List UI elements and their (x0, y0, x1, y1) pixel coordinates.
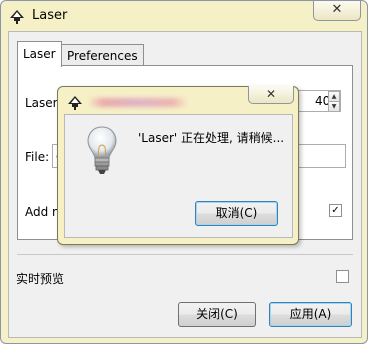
tab-preferences[interactable]: Preferences (61, 44, 144, 67)
cancel-button[interactable]: 取消(C) (195, 201, 278, 226)
live-preview-label: 实时预览 (16, 272, 65, 286)
dialog-title-obscured (88, 98, 188, 107)
spin-down-button[interactable]: ▼ (328, 101, 340, 112)
divider (17, 254, 353, 255)
file-label: File: (25, 150, 50, 164)
window-title: Laser (32, 8, 68, 23)
dialog-close-button[interactable]: ✕ (248, 86, 294, 104)
add-label: Add n (25, 205, 60, 219)
progress-dialog: ✕ 'Laser' 正在处理, 请稍候... 取消(C) (57, 86, 299, 245)
window-close-button[interactable]: ✕ (313, 1, 361, 21)
inkscape-logo-icon (68, 96, 82, 110)
lightbulb-icon (87, 126, 117, 174)
live-preview-checkbox[interactable] (336, 270, 349, 283)
dialog-content: 'Laser' 正在处理, 请稍候... 取消(C) (64, 114, 293, 238)
apply-button[interactable]: 应用(A) (269, 302, 352, 327)
tab-laser[interactable]: Laser (17, 41, 62, 67)
add-checkbox[interactable]: ✓ (329, 204, 342, 217)
laser-label: Laser (25, 96, 58, 110)
title-bar[interactable]: Laser ✕ (1, 1, 367, 31)
close-button[interactable]: 关闭(C) (178, 302, 256, 327)
inkscape-logo-icon (10, 10, 24, 24)
progress-message: 'Laser' 正在处理, 请稍候... (138, 131, 285, 145)
